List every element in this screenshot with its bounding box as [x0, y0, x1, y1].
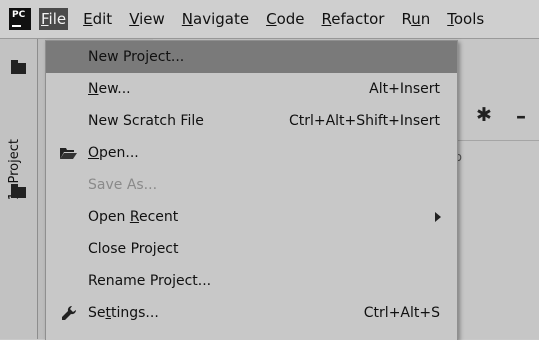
menu-item-open-recent[interactable]: Open Recent [46, 201, 457, 233]
menu-item-label: New... [88, 81, 131, 97]
menu-item-label: Close Project [88, 241, 179, 257]
menu-item-label: Settings... [88, 305, 159, 321]
menu-item-new-project[interactable]: New Project... [46, 41, 457, 73]
menu-item-label: Open Recent [88, 209, 179, 225]
project-folder-icon [11, 184, 26, 198]
menu-item-rename-project[interactable]: Rename Project... [46, 265, 457, 297]
app-logo-text: PC [12, 10, 26, 20]
menu-item-label: Rename Project... [88, 273, 212, 289]
menu-item-shortcut: Alt+Insert [369, 81, 440, 97]
menu-view[interactable]: View [127, 8, 167, 30]
menu-item-new-scratch-file[interactable]: New Scratch File Ctrl+Alt+Shift+Insert [46, 105, 457, 137]
menu-item-label: New Scratch File [88, 113, 204, 129]
submenu-arrow-icon [435, 212, 441, 222]
menu-bar: PC File Edit View Navigate Code Refactor… [0, 0, 539, 39]
menu-item-new[interactable]: New... Alt+Insert [46, 73, 457, 105]
open-folder-icon [60, 148, 77, 159]
menu-item-shortcut: Ctrl+Alt+Shift+Insert [288, 113, 440, 129]
menu-item-label: New Project... [88, 49, 185, 65]
menu-item-label: Save As... [88, 177, 158, 193]
menu-item-save-as[interactable]: Save As... [46, 169, 457, 201]
file-menu-dropdown: New Project... New... Alt+Insert New Scr… [45, 40, 458, 340]
menu-tools[interactable]: Tools [445, 8, 486, 30]
menu-item-settings[interactable]: Settings... Ctrl+Alt+S [46, 297, 457, 329]
menu-code[interactable]: Code [264, 8, 306, 30]
minimize-icon[interactable]: – [516, 104, 526, 128]
wrench-icon [62, 305, 77, 320]
menu-item-label: Open... [88, 145, 139, 161]
menu-item-shortcut: Ctrl+Alt+S [363, 305, 440, 321]
editor-divider [458, 140, 539, 141]
menu-edit[interactable]: Edit [81, 8, 114, 30]
menu-item-close-project[interactable]: Close Project [46, 233, 457, 265]
menu-refactor[interactable]: Refactor [320, 8, 387, 30]
gear-icon[interactable]: ✱ [476, 104, 492, 126]
menu-file[interactable]: File [39, 8, 69, 30]
pycharm-logo-icon: PC [9, 8, 31, 30]
menu-navigate[interactable]: Navigate [180, 8, 251, 30]
folder-icon[interactable] [11, 60, 26, 74]
menu-run[interactable]: Run [399, 8, 432, 30]
left-tool-strip: 1: Project [0, 39, 38, 339]
menu-item-open[interactable]: Open... [46, 137, 457, 169]
